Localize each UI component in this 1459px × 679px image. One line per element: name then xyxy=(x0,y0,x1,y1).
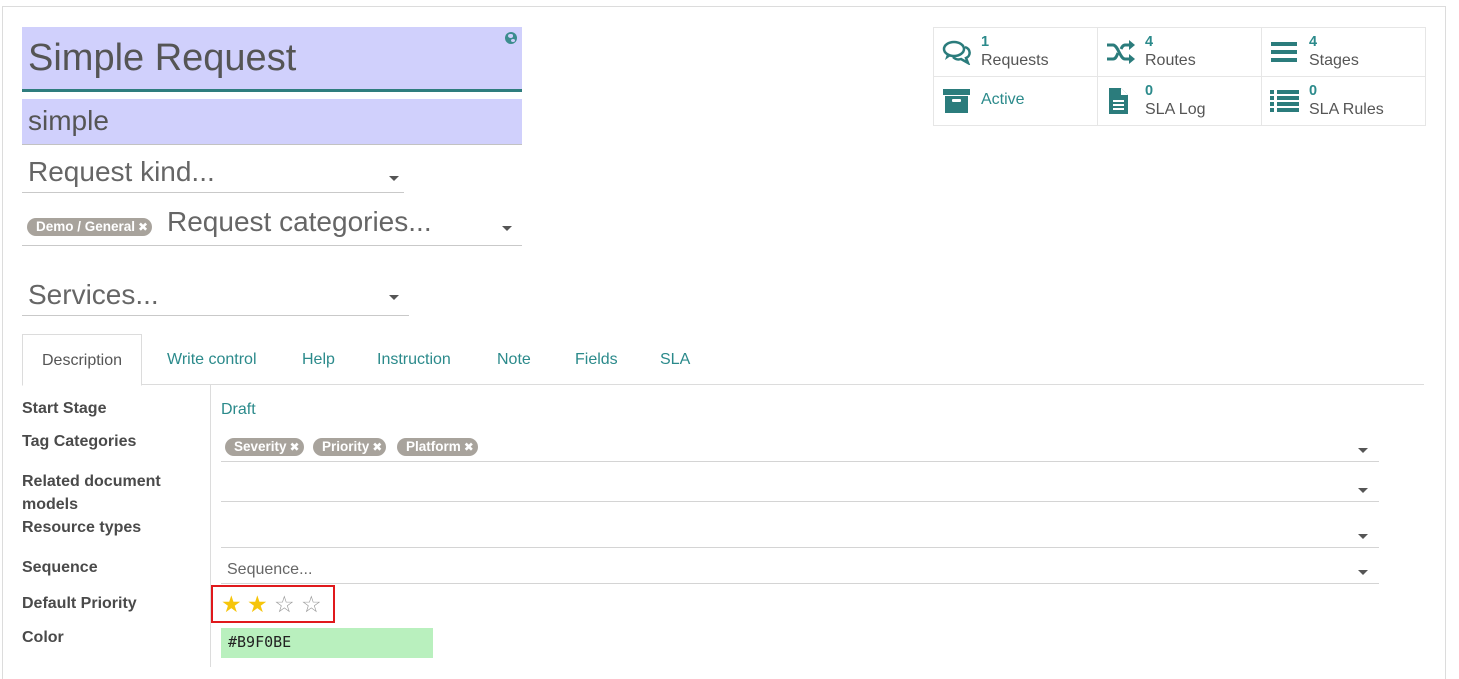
notebook-tabs: Description Write control Help Instructi… xyxy=(22,334,1424,386)
request-kind-placeholder: Request kind... xyxy=(28,156,215,187)
tab-fields[interactable]: Fields xyxy=(575,334,618,385)
color-value: #B9F0BE xyxy=(228,633,292,651)
requests-count: 1 xyxy=(981,34,990,50)
tab-description[interactable]: Description xyxy=(22,334,143,386)
tag-severity: Severity ✖ xyxy=(225,438,304,456)
requests-label: Requests xyxy=(981,52,1049,69)
related-document-models-label: Related document models xyxy=(22,473,161,513)
stages-button[interactable]: 4 Stages xyxy=(1262,28,1426,77)
list-icon xyxy=(1270,90,1299,112)
tab-instruction[interactable]: Instruction xyxy=(377,334,451,385)
active-label: Active xyxy=(981,91,1025,108)
sequence-placeholder: Sequence... xyxy=(227,561,313,578)
remove-tag-icon[interactable]: ✖ xyxy=(290,439,300,456)
request-categories-field[interactable]: Demo / General ✖ Request categories... xyxy=(22,203,522,246)
star-icon[interactable]: ★ xyxy=(247,593,268,616)
name-field[interactable]: Simple Request xyxy=(22,27,522,92)
sla-rules-button[interactable]: 0 SLA Rules xyxy=(1262,77,1426,126)
stat-buttons: 1 Requests 4 Routes 4 Stages Active 0 SL… xyxy=(933,27,1426,126)
sequence-label: Sequence xyxy=(22,559,98,576)
chevron-down-icon[interactable] xyxy=(1358,448,1368,453)
active-toggle-button[interactable]: Active xyxy=(934,77,1098,126)
archive-icon xyxy=(943,89,970,113)
requests-button[interactable]: 1 Requests xyxy=(934,28,1098,77)
random-icon xyxy=(1107,40,1135,64)
star-outline-icon[interactable]: ☆ xyxy=(274,593,295,616)
page-title: Simple Request xyxy=(28,37,297,79)
default-priority-label: Default Priority xyxy=(22,595,137,612)
sla-rules-label: SLA Rules xyxy=(1309,101,1384,118)
color-label: Color xyxy=(22,629,64,646)
remove-tag-icon[interactable]: ✖ xyxy=(372,439,382,456)
stages-label: Stages xyxy=(1309,52,1359,69)
star-icon[interactable]: ★ xyxy=(221,593,242,616)
label-separator xyxy=(210,385,211,667)
routes-count: 4 xyxy=(1145,34,1154,50)
services-placeholder: Services... xyxy=(28,279,159,310)
color-field[interactable]: #B9F0BE xyxy=(221,628,433,658)
sla-rules-count: 0 xyxy=(1309,83,1318,99)
tab-write-control[interactable]: Write control xyxy=(167,334,257,385)
chevron-down-icon[interactable] xyxy=(1358,534,1368,539)
start-stage-value[interactable]: Draft xyxy=(221,401,256,419)
tag-categories-field[interactable]: Severity ✖ Priority ✖ Platform ✖ xyxy=(221,432,1379,462)
code-value: simple xyxy=(28,105,109,136)
chevron-down-icon[interactable] xyxy=(502,226,512,231)
bars-icon xyxy=(1271,42,1297,62)
star-outline-icon[interactable]: ☆ xyxy=(301,593,322,616)
globe-icon[interactable] xyxy=(505,32,517,44)
comments-icon xyxy=(942,40,971,65)
tab-sla[interactable]: SLA xyxy=(660,334,690,385)
request-kind-field[interactable]: Request kind... xyxy=(22,152,404,193)
chevron-down-icon[interactable] xyxy=(1358,488,1368,493)
request-categories-placeholder: Request categories... xyxy=(167,206,432,237)
file-icon xyxy=(1109,88,1128,114)
routes-label: Routes xyxy=(1145,52,1196,69)
tag-categories-label: Tag Categories xyxy=(22,433,137,450)
sla-log-count: 0 xyxy=(1145,83,1154,99)
sequence-field[interactable]: Sequence... xyxy=(221,556,1379,584)
start-stage-label: Start Stage xyxy=(22,400,107,417)
stages-count: 4 xyxy=(1309,34,1318,50)
resource-types-label: Resource types xyxy=(22,519,142,536)
sla-log-button[interactable]: 0 SLA Log xyxy=(1098,77,1262,126)
remove-tag-icon[interactable]: ✖ xyxy=(464,439,474,456)
related-document-models-field[interactable] xyxy=(221,472,1379,502)
tab-note[interactable]: Note xyxy=(497,334,531,385)
chevron-down-icon[interactable] xyxy=(389,176,399,181)
sla-log-label: SLA Log xyxy=(1145,101,1206,118)
tag-priority: Priority ✖ xyxy=(313,438,387,456)
routes-button[interactable]: 4 Routes xyxy=(1098,28,1262,77)
resource-types-field[interactable] xyxy=(221,518,1379,548)
remove-tag-icon[interactable]: ✖ xyxy=(138,219,148,236)
chevron-down-icon[interactable] xyxy=(389,295,399,300)
priority-stars: ★ ★ ☆ ☆ xyxy=(211,585,335,623)
services-field[interactable]: Services... xyxy=(22,275,409,316)
chevron-down-icon[interactable] xyxy=(1358,570,1368,575)
code-field[interactable]: simple xyxy=(22,99,522,145)
tab-help[interactable]: Help xyxy=(302,334,335,385)
tag-platform: Platform ✖ xyxy=(397,438,478,456)
category-tag: Demo / General ✖ xyxy=(27,218,153,236)
